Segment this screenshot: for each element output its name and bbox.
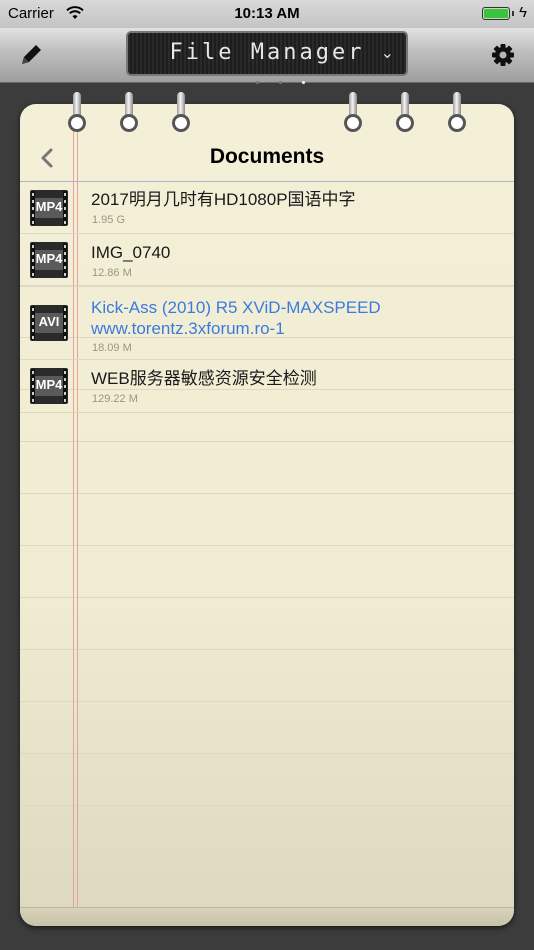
page-title: Documents	[209, 145, 325, 168]
file-name: Kick-Ass (2010) R5 XViD-MAXSPEED www.tor…	[91, 298, 381, 338]
file-type-label: MP4	[35, 377, 63, 392]
app-title: File Manager	[169, 40, 365, 65]
gear-icon	[492, 44, 514, 66]
file-type-label: MP4	[35, 199, 63, 214]
binder-ring	[120, 92, 138, 138]
settings-button[interactable]	[490, 42, 516, 68]
file-name: WEB服务器敏感资源安全检测	[91, 369, 317, 388]
file-size: 129.22 M	[92, 393, 138, 405]
toolbar: File Manager ⌄	[0, 28, 534, 84]
file-name: IMG_0740	[91, 243, 171, 262]
video-file-icon: MP4	[30, 189, 68, 227]
page-indicator	[246, 71, 315, 89]
video-file-icon: AVI	[30, 304, 68, 342]
list-item[interactable]: MP4 2017明月几时有HD1080P国语中字 1.95 G	[20, 183, 514, 234]
binder-ring	[448, 92, 466, 138]
file-size: 18.09 M	[92, 342, 132, 354]
divider	[20, 181, 514, 182]
file-size: 1.95 G	[92, 214, 126, 226]
pencil-icon	[22, 45, 41, 64]
binder-ring	[172, 92, 190, 138]
list-item[interactable]: MP4 IMG_0740 12.86 M	[20, 234, 514, 287]
file-size: 12.86 M	[92, 267, 132, 279]
title-display[interactable]: File Manager ⌄	[126, 31, 408, 84]
video-file-icon: MP4	[30, 367, 68, 405]
clock: 10:13 AM	[234, 5, 300, 22]
status-bar: Carrier 10:13 AM ϟ	[0, 0, 534, 28]
file-name: 2017明月几时有HD1080P国语中字	[91, 190, 356, 209]
file-type-label: AVI	[38, 314, 60, 329]
binder-ring	[68, 92, 86, 138]
binder-ring	[396, 92, 414, 138]
list-item[interactable]: AVI Kick-Ass (2010) R5 XViD-MAXSPEED www…	[20, 287, 514, 360]
file-list: MP4 2017明月几时有HD1080P国语中字 1.95 G MP4 IMG_…	[20, 183, 514, 413]
edit-button[interactable]	[18, 42, 44, 68]
binder-ring	[344, 92, 362, 138]
battery-icon	[482, 7, 510, 20]
list-item[interactable]: MP4 WEB服务器敏感资源安全检测 129.22 M	[20, 360, 514, 413]
chevron-down-icon: ⌄	[380, 45, 394, 62]
video-file-icon: MP4	[30, 241, 68, 279]
file-type-label: MP4	[35, 251, 63, 266]
charging-icon: ϟ	[519, 4, 527, 21]
